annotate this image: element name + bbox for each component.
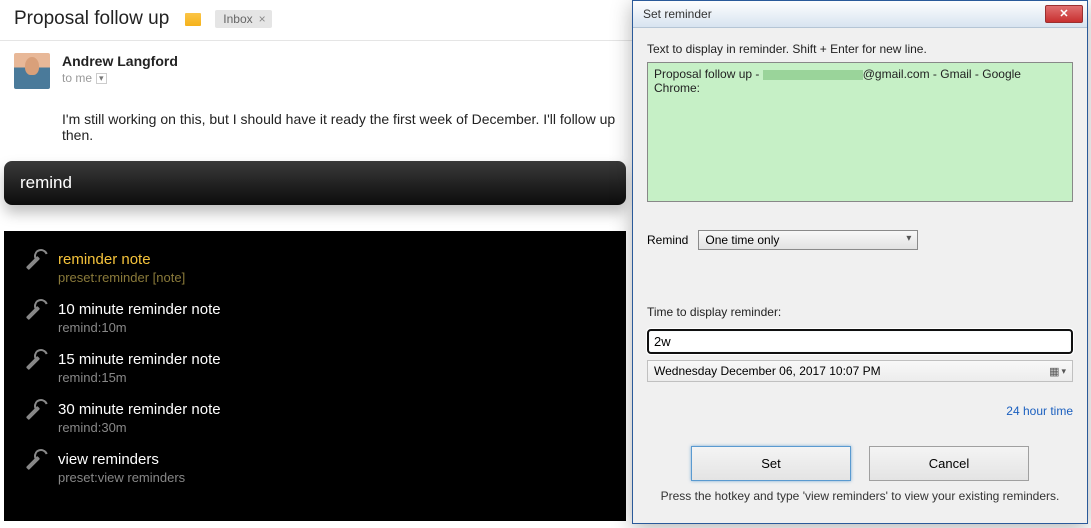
sender-name: Andrew Langford <box>62 53 178 69</box>
suggestion-title: view reminders <box>58 451 185 468</box>
time-label: Time to display reminder: <box>647 305 1073 319</box>
suggestion-title: 15 minute reminder note <box>58 351 221 368</box>
calendar-icon: ▦ <box>1049 365 1059 378</box>
dialog-title: Set reminder <box>643 7 1045 21</box>
time-input[interactable] <box>647 329 1073 354</box>
cancel-button[interactable]: Cancel <box>869 446 1029 481</box>
chevron-down-icon: ▾ <box>1061 366 1066 377</box>
avatar <box>14 53 50 89</box>
recipient-line: to me ▾ <box>62 71 178 85</box>
redacted-text <box>763 70 863 80</box>
suggestion-title: reminder note <box>58 251 185 268</box>
wrench-icon <box>22 351 44 373</box>
details-dropdown[interactable]: ▾ <box>96 73 107 84</box>
email-subject: Proposal follow up <box>14 8 169 30</box>
date-picker[interactable]: Wednesday December 06, 2017 10:07 PM ▦ ▾ <box>647 360 1073 382</box>
suggestion-item[interactable]: 10 minute reminder note remind:10m <box>4 293 626 343</box>
label-chip-text: Inbox <box>223 12 252 26</box>
suggestion-item[interactable]: reminder note preset:reminder [note] <box>4 243 626 293</box>
note-label: Text to display in reminder. Shift + Ent… <box>647 42 1073 56</box>
label-chip[interactable]: Inbox × <box>215 10 271 28</box>
wrench-icon <box>22 301 44 323</box>
suggestion-item[interactable]: view reminders preset:view reminders <box>4 443 626 493</box>
suggestion-list: reminder note preset:reminder [note] 10 mi… <box>4 231 626 521</box>
remind-label: Remind <box>647 233 688 247</box>
remind-frequency-select[interactable]: One time only <box>698 230 918 250</box>
reminder-dialog: Set reminder ✕ Text to display in remind… <box>632 0 1088 524</box>
email-body: I'm still working on this, but I should … <box>62 111 632 143</box>
toggle-24hour-link[interactable]: 24 hour time <box>647 404 1073 418</box>
wrench-icon <box>22 451 44 473</box>
suggestion-item[interactable]: 30 minute reminder note remind:30m <box>4 393 626 443</box>
suggestion-item[interactable]: 15 minute reminder note remind:15m <box>4 343 626 393</box>
suggestion-subtitle: remind:10m <box>58 320 221 335</box>
footer-hint: Press the hotkey and type 'view reminder… <box>647 481 1073 515</box>
wrench-icon <box>22 251 44 273</box>
email-header: Proposal follow up Inbox × <box>0 0 632 41</box>
wrench-icon <box>22 401 44 423</box>
dialog-titlebar[interactable]: Set reminder ✕ <box>633 1 1087 28</box>
suggestion-subtitle: remind:15m <box>58 370 221 385</box>
set-button[interactable]: Set <box>691 446 851 481</box>
dialog-close-button[interactable]: ✕ <box>1045 5 1083 23</box>
date-display: Wednesday December 06, 2017 10:07 PM <box>654 364 1049 378</box>
search-input[interactable] <box>20 173 610 193</box>
suggestion-subtitle: preset:view reminders <box>58 470 185 485</box>
reminder-note-textarea[interactable]: Proposal follow up - @gmail.com - Gmail … <box>647 62 1073 202</box>
suggestion-subtitle: remind:30m <box>58 420 221 435</box>
close-icon[interactable]: × <box>259 12 266 26</box>
suggestion-subtitle: preset:reminder [note] <box>58 270 185 285</box>
suggestion-title: 30 minute reminder note <box>58 401 221 418</box>
suggestion-title: 10 minute reminder note <box>58 301 221 318</box>
command-search[interactable] <box>4 161 626 205</box>
message: Andrew Langford to me ▾ <box>0 41 632 101</box>
folder-icon <box>185 13 201 26</box>
